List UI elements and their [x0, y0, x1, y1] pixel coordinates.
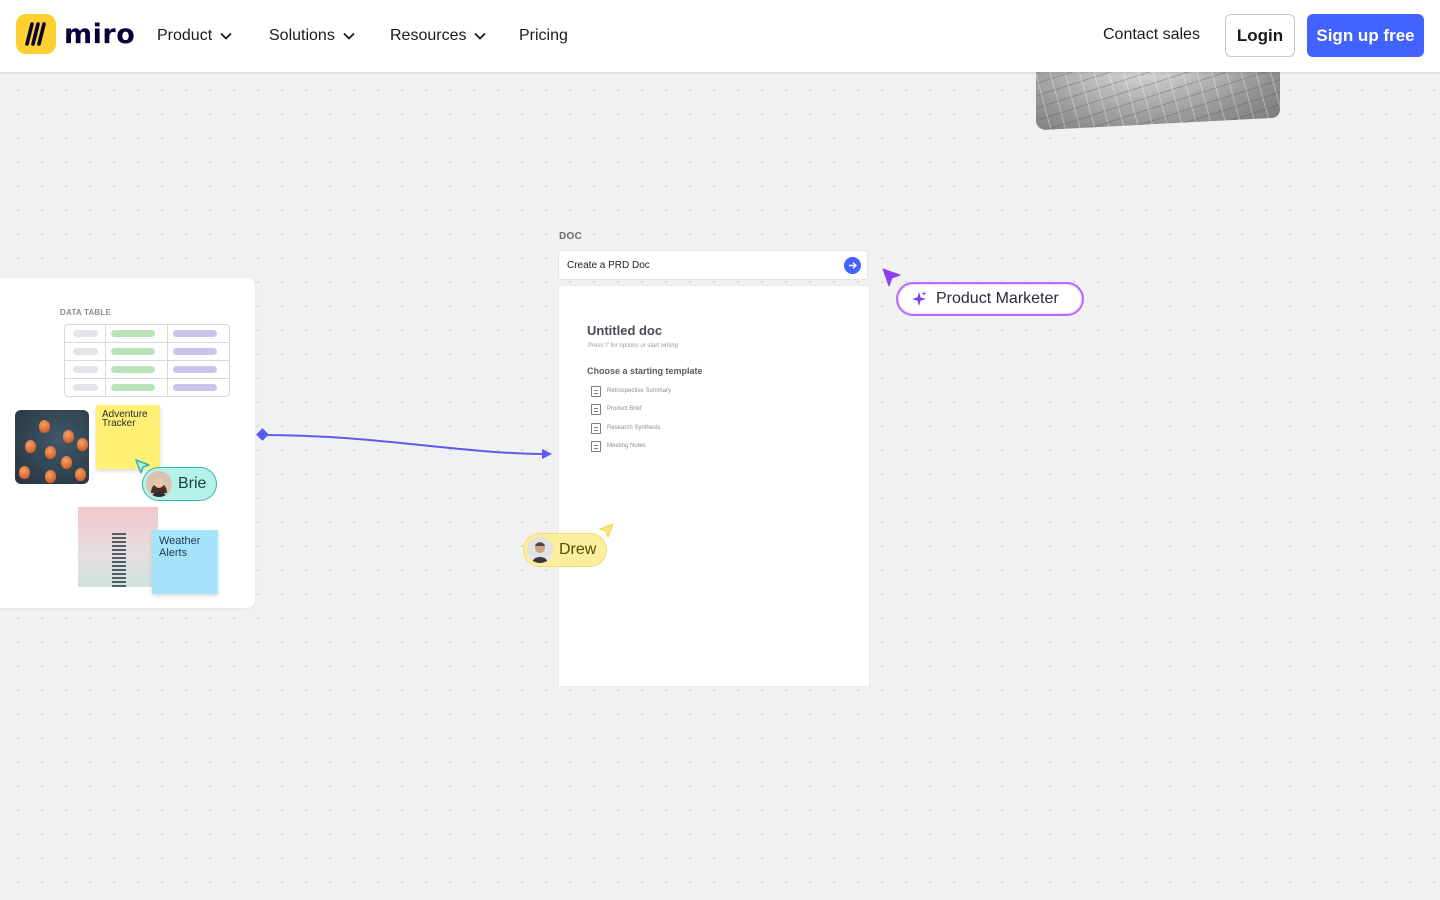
table-cell-placeholder — [111, 348, 155, 355]
table-cell-placeholder — [173, 330, 217, 337]
table-divider — [65, 360, 229, 361]
cursor-icon — [882, 268, 901, 287]
nav-product-label: Product — [157, 27, 213, 44]
table-cell-placeholder — [111, 330, 155, 337]
template-item[interactable]: Research Synthesis — [591, 422, 660, 434]
nav-resources[interactable]: Resources — [390, 24, 487, 48]
cursor-name-label: Brie — [178, 475, 207, 492]
logo-text: miro — [64, 18, 136, 50]
chevron-down-icon — [220, 32, 232, 40]
document-icon — [591, 403, 601, 415]
lanterns-photo[interactable] — [15, 410, 89, 484]
table-cell-placeholder — [73, 330, 98, 337]
template-label: Product Brief — [607, 406, 642, 412]
connector-arrow[interactable] — [255, 425, 555, 465]
template-label: Research Synthesis — [607, 425, 661, 431]
document-icon — [591, 385, 601, 397]
contact-sales-link[interactable]: Contact sales — [1103, 26, 1200, 44]
table-cell-placeholder — [173, 384, 217, 391]
nav-solutions[interactable]: Solutions — [269, 24, 355, 48]
balloon-shape — [61, 456, 72, 469]
top-navigation-bar: miro Product Solutions Resources Pricing… — [0, 0, 1440, 72]
nav-resources-label: Resources — [390, 27, 467, 44]
template-item[interactable]: Retrospective Summary — [591, 385, 671, 397]
document-icon — [591, 440, 601, 452]
ai-agent-cursor-product-marketer: Product Marketer — [896, 282, 1084, 316]
ai-prompt-input[interactable]: Create a PRD Doc — [558, 250, 868, 280]
barcode-graphic — [112, 531, 126, 587]
table-cell-placeholder — [73, 384, 98, 391]
arrow-right-icon — [849, 262, 857, 269]
document-icon — [591, 422, 601, 434]
table-divider — [65, 342, 229, 343]
table-cell-placeholder — [73, 366, 98, 373]
doc-page[interactable]: Untitled doc Press '/' for options or st… — [558, 285, 870, 687]
avatar — [527, 537, 553, 563]
nav-pricing[interactable]: Pricing — [519, 24, 568, 48]
chevron-down-icon — [343, 32, 355, 40]
cursor-name-label: Product Marketer — [936, 290, 1059, 307]
table-cell-placeholder — [111, 384, 155, 391]
balloon-shape — [19, 466, 30, 479]
template-item[interactable]: Meeting Notes — [591, 440, 646, 452]
nav-pricing-label: Pricing — [519, 27, 568, 44]
board-frame-card[interactable]: DATA TABLE Adventure Tracker Weather Ale… — [0, 278, 255, 608]
table-divider — [65, 378, 229, 379]
template-label: Meeting Notes — [607, 443, 646, 449]
cursor-name-label: Drew — [559, 541, 597, 558]
template-label: Retrospective Summary — [607, 388, 672, 394]
template-item[interactable]: Product Brief — [591, 403, 642, 415]
balloon-shape — [77, 438, 88, 451]
template-heading: Choose a starting template — [587, 366, 703, 376]
miro-logo-icon — [16, 14, 56, 54]
login-button[interactable]: Login — [1225, 14, 1295, 57]
prompt-text: Create a PRD Doc — [567, 260, 650, 271]
nav-solutions-label: Solutions — [269, 27, 335, 44]
pink-image-card[interactable] — [78, 507, 158, 587]
miro-logo[interactable]: miro — [16, 14, 135, 54]
balloon-shape — [45, 470, 56, 483]
sticky-note-weather-alerts[interactable]: Weather Alerts — [152, 530, 218, 594]
table-cell-placeholder — [173, 348, 217, 355]
data-table-label: DATA TABLE — [60, 308, 112, 317]
doc-label: DOC — [559, 231, 583, 242]
data-table-widget[interactable] — [64, 324, 230, 397]
balloon-shape — [39, 420, 50, 433]
sign-up-free-button[interactable]: Sign up free — [1307, 14, 1424, 57]
sparkle-icon — [912, 291, 927, 306]
collaborator-cursor-brie: Brie — [142, 467, 218, 501]
table-cell-placeholder — [73, 348, 98, 355]
doc-title[interactable]: Untitled doc — [587, 323, 662, 338]
balloon-shape — [25, 440, 36, 453]
balloon-shape — [75, 468, 86, 481]
avatar — [146, 471, 172, 497]
collaborator-cursor-drew: Drew — [523, 533, 608, 567]
table-cell-placeholder — [111, 366, 155, 373]
balloon-shape — [45, 446, 56, 459]
send-prompt-button[interactable] — [844, 257, 861, 274]
table-cell-placeholder — [173, 366, 217, 373]
chevron-down-icon — [474, 32, 487, 40]
doc-subtitle: Press '/' for options or start writing — [588, 343, 678, 349]
nav-product[interactable]: Product — [157, 24, 232, 48]
balloon-shape — [63, 430, 74, 443]
